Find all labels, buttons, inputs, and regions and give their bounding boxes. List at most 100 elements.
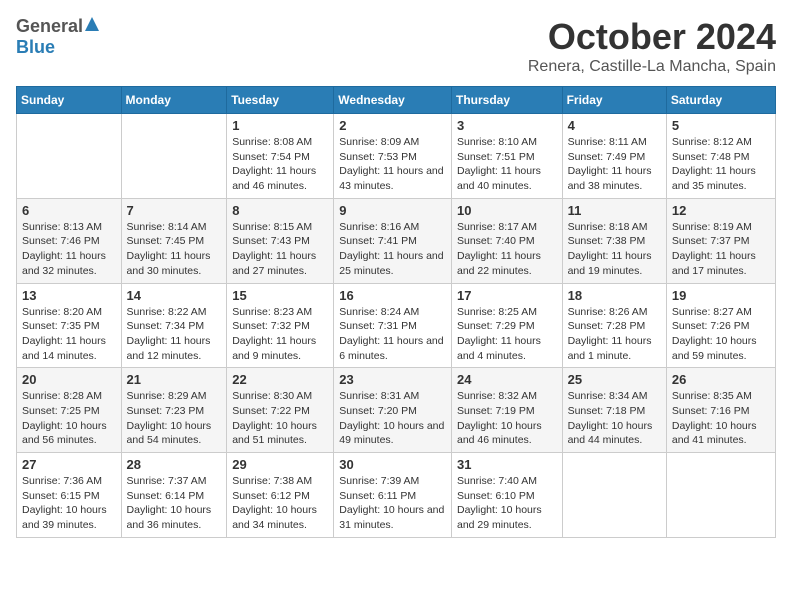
calendar-week-row: 20 Sunrise: 8:28 AM Sunset: 7:25 PM Dayli… xyxy=(17,368,776,453)
calendar-cell: 14 Sunrise: 8:22 AM Sunset: 7:34 PM Dayli… xyxy=(121,283,227,368)
calendar-cell xyxy=(666,453,775,538)
day-detail: Sunrise: 8:08 AM Sunset: 7:54 PM Dayligh… xyxy=(232,135,328,194)
day-detail: Sunrise: 7:37 AM Sunset: 6:14 PM Dayligh… xyxy=(127,474,222,533)
day-detail: Sunrise: 8:09 AM Sunset: 7:53 PM Dayligh… xyxy=(339,135,446,194)
day-detail: Sunrise: 7:39 AM Sunset: 6:11 PM Dayligh… xyxy=(339,474,446,533)
day-detail: Sunrise: 8:23 AM Sunset: 7:32 PM Dayligh… xyxy=(232,305,328,364)
logo-icon xyxy=(85,17,99,36)
calendar-table: SundayMondayTuesdayWednesdayThursdayFrid… xyxy=(16,86,776,538)
calendar-cell: 4 Sunrise: 8:11 AM Sunset: 7:49 PM Daylig… xyxy=(562,114,666,199)
calendar-cell: 1 Sunrise: 8:08 AM Sunset: 7:54 PM Daylig… xyxy=(227,114,334,199)
calendar-cell: 2 Sunrise: 8:09 AM Sunset: 7:53 PM Daylig… xyxy=(334,114,452,199)
day-detail: Sunrise: 8:11 AM Sunset: 7:49 PM Dayligh… xyxy=(568,135,661,194)
day-detail: Sunrise: 7:36 AM Sunset: 6:15 PM Dayligh… xyxy=(22,474,116,533)
calendar-cell: 23 Sunrise: 8:31 AM Sunset: 7:20 PM Dayli… xyxy=(334,368,452,453)
day-number: 24 xyxy=(457,372,557,387)
calendar-cell: 21Sunrise: 8:29 AM Sunset: 7:23 PM Dayli… xyxy=(121,368,227,453)
day-detail: Sunrise: 8:26 AM Sunset: 7:28 PM Dayligh… xyxy=(568,305,661,364)
day-detail: Sunrise: 8:20 AM Sunset: 7:35 PM Dayligh… xyxy=(22,305,116,364)
calendar-cell: 20 Sunrise: 8:28 AM Sunset: 7:25 PM Dayli… xyxy=(17,368,122,453)
calendar-cell: 10Sunrise: 8:17 AM Sunset: 7:40 PM Dayli… xyxy=(451,198,562,283)
calendar-day-header: Saturday xyxy=(666,87,775,114)
day-number: 18 xyxy=(568,288,661,303)
day-number: 4 xyxy=(568,118,661,133)
day-number: 19 xyxy=(672,288,770,303)
calendar-cell: 30 Sunrise: 7:39 AM Sunset: 6:11 PM Dayli… xyxy=(334,453,452,538)
day-number: 9 xyxy=(339,203,446,218)
calendar-cell: 11 Sunrise: 8:18 AM Sunset: 7:38 PM Dayli… xyxy=(562,198,666,283)
day-detail: Sunrise: 8:13 AM Sunset: 7:46 PM Dayligh… xyxy=(22,220,116,279)
day-detail: Sunrise: 8:32 AM Sunset: 7:19 PM Dayligh… xyxy=(457,389,557,448)
day-number: 31 xyxy=(457,457,557,472)
day-number: 8 xyxy=(232,203,328,218)
day-number: 26 xyxy=(672,372,770,387)
calendar-cell xyxy=(121,114,227,199)
day-number: 3 xyxy=(457,118,557,133)
calendar-day-header: Thursday xyxy=(451,87,562,114)
calendar-week-row: 1 Sunrise: 8:08 AM Sunset: 7:54 PM Daylig… xyxy=(17,114,776,199)
day-number: 13 xyxy=(22,288,116,303)
logo-general: General xyxy=(16,16,83,37)
calendar-body: 1 Sunrise: 8:08 AM Sunset: 7:54 PM Daylig… xyxy=(17,114,776,538)
day-detail: Sunrise: 8:28 AM Sunset: 7:25 PM Dayligh… xyxy=(22,389,116,448)
day-number: 22 xyxy=(232,372,328,387)
day-number: 25 xyxy=(568,372,661,387)
day-detail: Sunrise: 8:31 AM Sunset: 7:20 PM Dayligh… xyxy=(339,389,446,448)
day-number: 20 xyxy=(22,372,116,387)
calendar-cell: 7 Sunrise: 8:14 AM Sunset: 7:45 PM Daylig… xyxy=(121,198,227,283)
day-number: 12 xyxy=(672,203,770,218)
calendar-cell: 15 Sunrise: 8:23 AM Sunset: 7:32 PM Dayli… xyxy=(227,283,334,368)
day-number: 1 xyxy=(232,118,328,133)
calendar-cell xyxy=(562,453,666,538)
day-detail: Sunrise: 8:24 AM Sunset: 7:31 PM Dayligh… xyxy=(339,305,446,364)
day-detail: Sunrise: 8:18 AM Sunset: 7:38 PM Dayligh… xyxy=(568,220,661,279)
calendar-cell: 17 Sunrise: 8:25 AM Sunset: 7:29 PM Dayli… xyxy=(451,283,562,368)
calendar-day-header: Sunday xyxy=(17,87,122,114)
calendar-cell: 5Sunrise: 8:12 AM Sunset: 7:48 PM Daylig… xyxy=(666,114,775,199)
calendar-cell: 18 Sunrise: 8:26 AM Sunset: 7:28 PM Dayli… xyxy=(562,283,666,368)
day-detail: Sunrise: 8:15 AM Sunset: 7:43 PM Dayligh… xyxy=(232,220,328,279)
day-number: 7 xyxy=(127,203,222,218)
day-detail: Sunrise: 8:35 AM Sunset: 7:16 PM Dayligh… xyxy=(672,389,770,448)
calendar-day-header: Friday xyxy=(562,87,666,114)
calendar-cell: 24 Sunrise: 8:32 AM Sunset: 7:19 PM Dayli… xyxy=(451,368,562,453)
day-detail: Sunrise: 8:14 AM Sunset: 7:45 PM Dayligh… xyxy=(127,220,222,279)
location-subtitle: Renera, Castille-La Mancha, Spain xyxy=(528,58,776,76)
calendar-day-header: Wednesday xyxy=(334,87,452,114)
day-number: 17 xyxy=(457,288,557,303)
day-detail: Sunrise: 8:30 AM Sunset: 7:22 PM Dayligh… xyxy=(232,389,328,448)
calendar-cell xyxy=(17,114,122,199)
day-number: 21 xyxy=(127,372,222,387)
calendar-cell: 9Sunrise: 8:16 AM Sunset: 7:41 PM Daylig… xyxy=(334,198,452,283)
calendar-cell: 25Sunrise: 8:34 AM Sunset: 7:18 PM Dayli… xyxy=(562,368,666,453)
day-number: 14 xyxy=(127,288,222,303)
calendar-cell: 16 Sunrise: 8:24 AM Sunset: 7:31 PM Dayli… xyxy=(334,283,452,368)
day-number: 15 xyxy=(232,288,328,303)
day-number: 30 xyxy=(339,457,446,472)
day-number: 11 xyxy=(568,203,661,218)
day-number: 23 xyxy=(339,372,446,387)
day-number: 16 xyxy=(339,288,446,303)
title-area: October 2024 Renera, Castille-La Mancha,… xyxy=(528,16,776,76)
calendar-day-header: Tuesday xyxy=(227,87,334,114)
day-detail: Sunrise: 8:25 AM Sunset: 7:29 PM Dayligh… xyxy=(457,305,557,364)
day-number: 6 xyxy=(22,203,116,218)
day-detail: Sunrise: 8:22 AM Sunset: 7:34 PM Dayligh… xyxy=(127,305,222,364)
calendar-cell: 31 Sunrise: 7:40 AM Sunset: 6:10 PM Dayli… xyxy=(451,453,562,538)
logo: General Blue xyxy=(16,16,99,58)
calendar-cell: 27Sunrise: 7:36 AM Sunset: 6:15 PM Dayli… xyxy=(17,453,122,538)
calendar-cell: 28Sunrise: 7:37 AM Sunset: 6:14 PM Dayli… xyxy=(121,453,227,538)
calendar-week-row: 27Sunrise: 7:36 AM Sunset: 6:15 PM Dayli… xyxy=(17,453,776,538)
calendar-cell: 29Sunrise: 7:38 AM Sunset: 6:12 PM Dayli… xyxy=(227,453,334,538)
day-detail: Sunrise: 8:19 AM Sunset: 7:37 PM Dayligh… xyxy=(672,220,770,279)
day-number: 2 xyxy=(339,118,446,133)
calendar-cell: 26 Sunrise: 8:35 AM Sunset: 7:16 PM Dayli… xyxy=(666,368,775,453)
calendar-cell: 13 Sunrise: 8:20 AM Sunset: 7:35 PM Dayli… xyxy=(17,283,122,368)
day-detail: Sunrise: 7:40 AM Sunset: 6:10 PM Dayligh… xyxy=(457,474,557,533)
day-number: 29 xyxy=(232,457,328,472)
calendar-cell: 6 Sunrise: 8:13 AM Sunset: 7:46 PM Daylig… xyxy=(17,198,122,283)
day-detail: Sunrise: 8:17 AM Sunset: 7:40 PM Dayligh… xyxy=(457,220,557,279)
calendar-week-row: 13 Sunrise: 8:20 AM Sunset: 7:35 PM Dayli… xyxy=(17,283,776,368)
calendar-header-row: SundayMondayTuesdayWednesdayThursdayFrid… xyxy=(17,87,776,114)
calendar-cell: 12 Sunrise: 8:19 AM Sunset: 7:37 PM Dayli… xyxy=(666,198,775,283)
